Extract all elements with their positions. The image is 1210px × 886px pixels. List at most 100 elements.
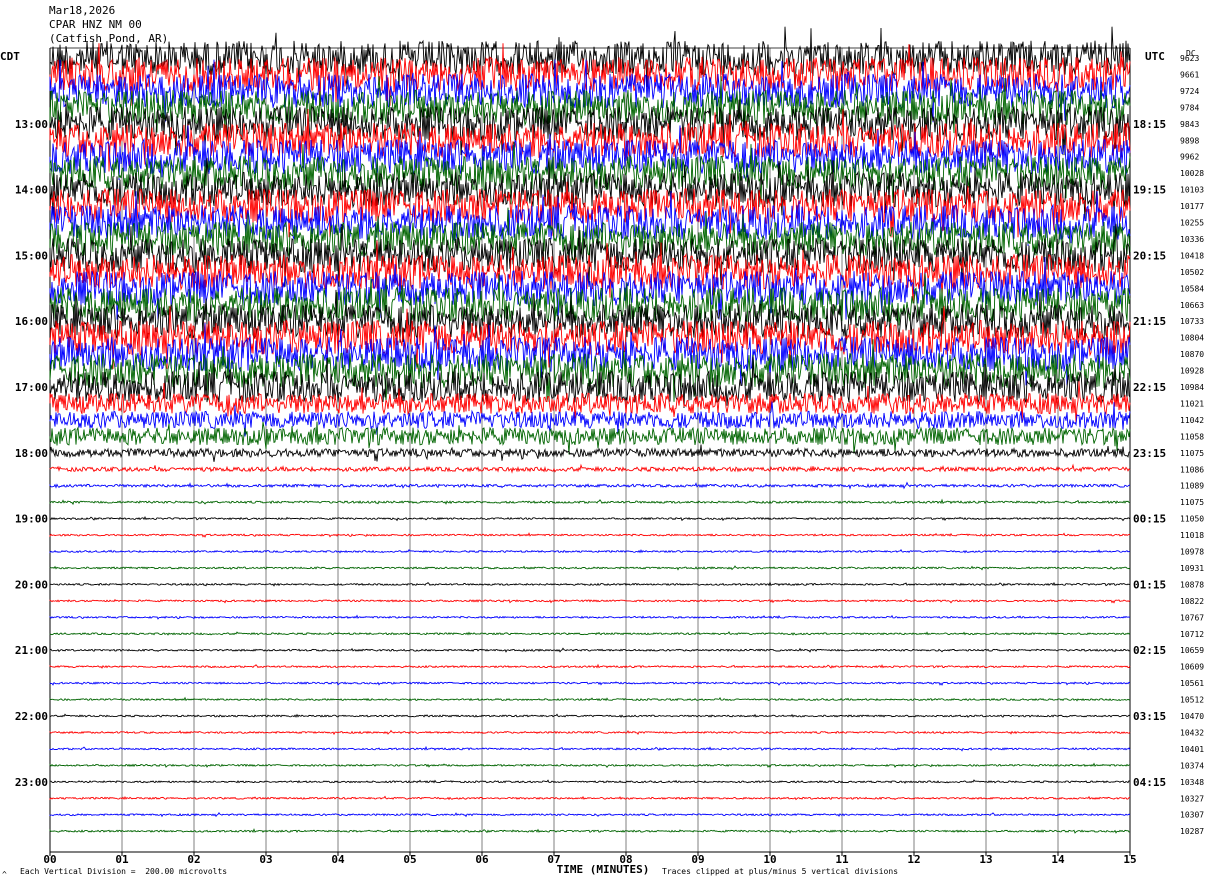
- x-tick-label-06: 06: [475, 853, 489, 866]
- right-hour-label: 18:15: [1133, 118, 1166, 131]
- dc-offset-label: 10928: [1180, 367, 1204, 376]
- dc-offset-label: 10584: [1180, 284, 1204, 293]
- right-hour-label: 01:15: [1133, 578, 1166, 591]
- right-hour-label: 04:15: [1133, 776, 1166, 789]
- dc-offset-label: 10767: [1180, 613, 1204, 622]
- seismic-trace-row: [49, 598, 1131, 604]
- seismic-trace-row: [49, 614, 1131, 620]
- seismic-trace-row: [49, 696, 1131, 702]
- x-tick-label-15: 15: [1123, 853, 1136, 866]
- dc-offset-label: 10336: [1180, 235, 1204, 244]
- seismic-trace-row: [49, 729, 1131, 736]
- dc-offset-label: 11075: [1180, 449, 1204, 458]
- dc-offset-label: 9962: [1180, 153, 1199, 162]
- x-tick-label-03: 03: [259, 853, 272, 866]
- dc-offset-label: 10348: [1180, 778, 1204, 787]
- dc-offset-label: 11058: [1180, 432, 1204, 441]
- right-hour-label: 21:15: [1133, 315, 1166, 328]
- x-tick-label-01: 01: [115, 853, 129, 866]
- x-tick-label-12: 12: [907, 853, 920, 866]
- left-hour-label: 17:00: [15, 381, 48, 394]
- x-tick-label-11: 11: [835, 853, 849, 866]
- dc-offset-label: 9784: [1180, 103, 1199, 112]
- dc-offset-label: 10561: [1180, 679, 1204, 688]
- dc-offset-label: 10733: [1180, 317, 1204, 326]
- dc-offset-label: 10712: [1180, 630, 1204, 639]
- dc-offset-label: 10984: [1180, 383, 1204, 392]
- dc-offset-label: 9724: [1180, 87, 1199, 96]
- seismic-trace-row: [49, 421, 1131, 455]
- dc-offset-label: 10327: [1180, 794, 1204, 803]
- x-tick-label-13: 13: [979, 853, 992, 866]
- dc-offset-label: 10822: [1180, 597, 1204, 606]
- dc-offset-label: 10804: [1180, 334, 1204, 343]
- right-hour-label: 02:15: [1133, 644, 1166, 657]
- dc-offset-label: 10931: [1180, 564, 1204, 573]
- dc-offset-label: 10432: [1180, 728, 1204, 737]
- left-hour-label: 18:00: [15, 447, 48, 460]
- left-hour-label: 21:00: [15, 644, 48, 657]
- seismic-trace-row: [49, 647, 1131, 653]
- seismic-trace-row: [49, 581, 1131, 587]
- right-hour-label: 00:15: [1133, 513, 1166, 526]
- x-tick-label-09: 09: [691, 853, 704, 866]
- helicorder-plot: 00 01 02 03 04 05 06 07 08 09 10 11 12 13 14 15TIME (MI…: [15, 26, 1204, 876]
- left-hour-label: 22:00: [15, 710, 48, 723]
- scale-note: Each Vertical Division = 200.00 microvol…: [20, 867, 228, 876]
- x-tick-label-05: 05: [403, 853, 416, 866]
- seismic-trace-row: [49, 532, 1131, 538]
- seismic-trace-row: [49, 481, 1131, 490]
- dc-offset-label: 9898: [1180, 136, 1199, 145]
- seismic-trace-row: [49, 631, 1131, 636]
- x-tick-label-02: 02: [187, 853, 200, 866]
- dc-offset-label: 10978: [1180, 548, 1204, 557]
- dc-offset-label: 9843: [1180, 120, 1199, 129]
- right-hour-label: 22:15: [1133, 381, 1166, 394]
- dc-offset-label: 10255: [1180, 219, 1204, 228]
- left-hour-label: 20:00: [15, 578, 48, 591]
- dc-offset-label: 10307: [1180, 811, 1204, 820]
- seismic-trace-row: [49, 663, 1131, 669]
- dc-offset-label: 10512: [1180, 696, 1204, 705]
- left-hour-label: 19:00: [15, 513, 48, 526]
- right-hour-label: 20:15: [1133, 249, 1166, 262]
- left-hour-label: 14:00: [15, 184, 48, 197]
- seismic-traces: [49, 26, 1131, 834]
- dc-offset-label: 11042: [1180, 416, 1204, 425]
- dc-offset-label: 10470: [1180, 712, 1204, 721]
- right-hour-label: 03:15: [1133, 710, 1166, 723]
- dc-offset-label: 10659: [1180, 646, 1204, 655]
- seismic-trace-row: [49, 565, 1131, 571]
- dc-offset-label: 11021: [1180, 399, 1204, 408]
- dc-offset-label: 11086: [1180, 465, 1204, 474]
- dc-offset-label: 10663: [1180, 301, 1204, 310]
- dc-offset-label: 11018: [1180, 531, 1204, 540]
- dc-offset-label: 10609: [1180, 663, 1204, 672]
- seismic-trace-row: [49, 463, 1131, 474]
- dc-offset-label: 10401: [1180, 745, 1204, 754]
- x-tick-label-00: 00: [43, 853, 56, 866]
- x-tick-label-14: 14: [1051, 853, 1065, 866]
- seismic-trace-row: [49, 444, 1131, 462]
- x-tick-label-04: 04: [331, 853, 345, 866]
- right-hour-label: 19:15: [1133, 184, 1166, 197]
- dc-offset-label: 10418: [1180, 251, 1204, 260]
- left-hour-label: 15:00: [15, 249, 48, 262]
- x-tick-label-10: 10: [763, 853, 776, 866]
- corner-mark: ^: [2, 870, 7, 879]
- dc-offset-label: 10878: [1180, 580, 1204, 589]
- seismic-trace-row: [49, 498, 1131, 506]
- dc-offset-label: 11075: [1180, 498, 1204, 507]
- left-hour-label: 23:00: [15, 776, 48, 789]
- seismic-trace-row: [49, 681, 1131, 686]
- dc-offset-label: 10870: [1180, 350, 1204, 359]
- dc-offset-label: 10028: [1180, 169, 1204, 178]
- left-hour-label: 16:00: [15, 315, 48, 328]
- x-axis-title: TIME (MINUTES): [557, 863, 650, 876]
- dc-offset-label: 9661: [1180, 70, 1199, 79]
- dc-offset-label: 10502: [1180, 268, 1204, 277]
- dc-offset-label: 11050: [1180, 515, 1204, 524]
- seismic-trace-row: [49, 713, 1131, 719]
- right-hour-label: 23:15: [1133, 447, 1166, 460]
- dc-offset-label: 10287: [1180, 827, 1204, 836]
